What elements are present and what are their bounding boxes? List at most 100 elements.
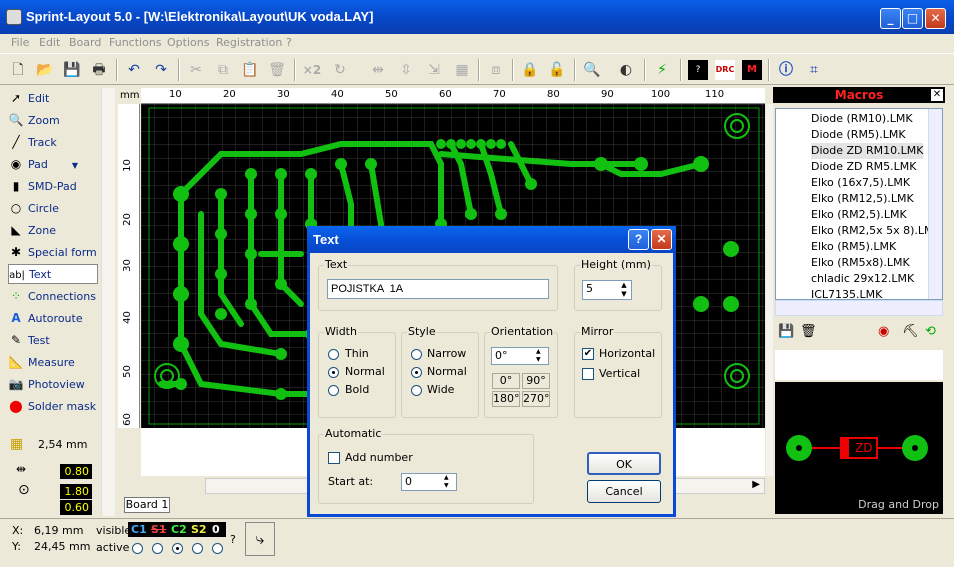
menu-file[interactable]: File bbox=[11, 36, 29, 49]
active-s2-radio[interactable] bbox=[192, 543, 203, 554]
layer-0[interactable]: 0 bbox=[212, 523, 220, 536]
cut-icon[interactable]: ✂ bbox=[186, 60, 206, 80]
delete-macro-icon[interactable]: 🗑 bbox=[800, 324, 817, 339]
rotate-icon[interactable]: ↻ bbox=[330, 60, 350, 80]
save-icon[interactable]: 💾 bbox=[62, 60, 82, 80]
mirror-h-icon[interactable]: ⇹ bbox=[368, 60, 388, 80]
info-icon[interactable]: ⓘ bbox=[776, 60, 796, 80]
style-normal-radio[interactable] bbox=[411, 367, 422, 378]
contrast-icon[interactable]: ◐ bbox=[616, 60, 636, 80]
macro-list-hscroll[interactable] bbox=[775, 300, 943, 316]
list-item[interactable]: chladic 29x12.LMK bbox=[811, 271, 914, 287]
grid-value[interactable]: 2,54 mm bbox=[38, 438, 87, 451]
macro-icon[interactable]: M bbox=[742, 60, 762, 80]
track-width-value[interactable]: 0.80 bbox=[60, 464, 92, 479]
layer-c2[interactable]: C2 bbox=[171, 523, 187, 536]
orient-90-button[interactable]: 90° bbox=[522, 373, 550, 389]
autoroute-icon[interactable]: ⚡ bbox=[652, 60, 672, 80]
new-file-icon[interactable]: 🗋 bbox=[8, 60, 28, 80]
dialog-close-button[interactable]: ✕ bbox=[651, 229, 672, 250]
maximize-button[interactable]: □ bbox=[902, 8, 923, 29]
active-s1-radio[interactable] bbox=[152, 543, 163, 554]
tool-text[interactable]: ab| Text bbox=[8, 264, 98, 284]
save-macro-icon[interactable]: 💾 bbox=[778, 324, 794, 339]
tool-zone[interactable]: ◣ Zone bbox=[8, 220, 98, 240]
unlock-icon[interactable]: 🔓 bbox=[547, 60, 567, 80]
grid-align-icon[interactable]: ▦ bbox=[452, 60, 472, 80]
grid-icon[interactable]: ▦ bbox=[10, 436, 23, 452]
group-icon[interactable]: ⧈ bbox=[486, 60, 506, 80]
tool-photoview[interactable]: 📷 Photoview bbox=[8, 374, 98, 394]
active-c2-radio[interactable] bbox=[172, 543, 183, 554]
tool-test[interactable]: ✎ Test bbox=[8, 330, 98, 350]
tool-smd-pad[interactable]: ▮ SMD-Pad bbox=[8, 176, 98, 196]
macros-close-button[interactable]: ✕ bbox=[930, 88, 944, 102]
list-item[interactable]: Diode (RM10).LMK bbox=[811, 111, 913, 127]
layer-s2[interactable]: S2 bbox=[191, 523, 207, 536]
undo-icon[interactable]: ↶ bbox=[124, 60, 144, 80]
list-item[interactable]: Elko (RM12,5).LMK bbox=[811, 191, 914, 207]
copy-icon[interactable]: ⧉ bbox=[213, 60, 233, 80]
menu-board[interactable]: Board bbox=[69, 36, 101, 49]
cancel-button[interactable]: Cancel bbox=[587, 480, 661, 503]
list-item-selected[interactable]: Diode ZD RM10.LMK bbox=[811, 143, 924, 159]
pad-inner-value[interactable]: 0.60 bbox=[60, 500, 92, 515]
orient-180-button[interactable]: 180° bbox=[492, 391, 520, 407]
close-button[interactable]: ✕ bbox=[925, 8, 946, 29]
ok-button[interactable]: OK bbox=[587, 452, 661, 475]
macro-preview[interactable]: ZD Drag and Drop bbox=[775, 382, 943, 514]
style-narrow-radio[interactable] bbox=[411, 349, 422, 360]
pad-macro-icon[interactable]: ◉ bbox=[878, 324, 889, 339]
start-at-spinner[interactable]: ▲ ▼ bbox=[444, 474, 449, 490]
lock-icon[interactable]: 🔒 bbox=[520, 60, 540, 80]
mirror-horizontal-checkbox[interactable]: ✔ bbox=[582, 348, 594, 360]
active-c1-radio[interactable] bbox=[132, 543, 143, 554]
menu-help[interactable]: ? bbox=[286, 36, 292, 49]
refresh-icon[interactable]: ⟲ bbox=[925, 324, 936, 339]
mirror-vertical-checkbox[interactable] bbox=[582, 368, 594, 380]
macro-list[interactable]: Diode (RM10).LMK Diode (RM5).LMK Diode Z… bbox=[775, 108, 943, 300]
width-thin-radio[interactable] bbox=[328, 349, 339, 360]
minimize-button[interactable]: _ bbox=[880, 8, 901, 29]
style-normal-label[interactable]: Normal bbox=[427, 365, 467, 378]
list-item[interactable]: Diode ZD RM5.LMK bbox=[811, 159, 916, 175]
list-item[interactable]: ICL7135.LMK bbox=[811, 287, 882, 299]
list-item[interactable]: Elko (RM2,5x 5x 8).LMK bbox=[811, 223, 941, 239]
list-item[interactable]: Elko (RM5x8).LMK bbox=[811, 255, 910, 271]
width-thin-label[interactable]: Thin bbox=[345, 347, 369, 360]
tool-track[interactable]: ╱ Track bbox=[8, 132, 98, 152]
drc-icon[interactable]: DRC bbox=[715, 60, 735, 80]
print-icon[interactable]: 🖶 bbox=[89, 60, 109, 80]
crop-icon[interactable]: ⌗ bbox=[804, 60, 824, 80]
mirror-vertical-label[interactable]: Vertical bbox=[599, 367, 640, 380]
style-narrow-label[interactable]: Narrow bbox=[427, 347, 466, 360]
board-tab[interactable]: Board 1 bbox=[124, 497, 170, 513]
tool-connections[interactable]: ⁘ Connections bbox=[8, 286, 98, 306]
mirror-v-icon[interactable]: ⇳ bbox=[396, 60, 416, 80]
text-input[interactable] bbox=[327, 279, 549, 299]
menu-edit[interactable]: Edit bbox=[39, 36, 60, 49]
tool-zoom[interactable]: 🔍 Zoom bbox=[8, 110, 98, 130]
layer-c1[interactable]: C1 bbox=[131, 523, 147, 536]
macro-list-scrollbar[interactable] bbox=[928, 109, 942, 299]
zoom-icon[interactable]: 🔍 bbox=[582, 60, 602, 80]
active-0-radio[interactable] bbox=[212, 543, 223, 554]
list-item[interactable]: Elko (RM2,5).LMK bbox=[811, 207, 907, 223]
height-spinner[interactable]: ▲ ▼ bbox=[618, 281, 630, 299]
layer-s1[interactable]: S1 bbox=[151, 523, 167, 536]
tool-circle[interactable]: ○ Circle bbox=[8, 198, 98, 218]
align-icon[interactable]: ⇲ bbox=[424, 60, 444, 80]
scroll-right-icon[interactable]: ▶ bbox=[752, 479, 760, 490]
open-folder-icon[interactable]: 📂 bbox=[35, 60, 55, 80]
width-normal-label[interactable]: Normal bbox=[345, 365, 385, 378]
tool-special-form[interactable]: ✱ Special form bbox=[8, 242, 98, 262]
redo-icon[interactable]: ↷ bbox=[151, 60, 171, 80]
macro-tool-icon[interactable]: ⛏ bbox=[902, 324, 919, 339]
delete-icon[interactable]: 🗑 bbox=[267, 60, 287, 80]
tool-autoroute[interactable]: A Autoroute bbox=[8, 308, 98, 328]
style-wide-label[interactable]: Wide bbox=[427, 383, 454, 396]
orient-270-button[interactable]: 270° bbox=[522, 391, 550, 407]
orientation-spinner[interactable]: ▲ ▼ bbox=[536, 348, 541, 364]
list-item[interactable]: Elko (RM5).LMK bbox=[811, 239, 896, 255]
tool-measure[interactable]: 📐 Measure bbox=[8, 352, 98, 372]
